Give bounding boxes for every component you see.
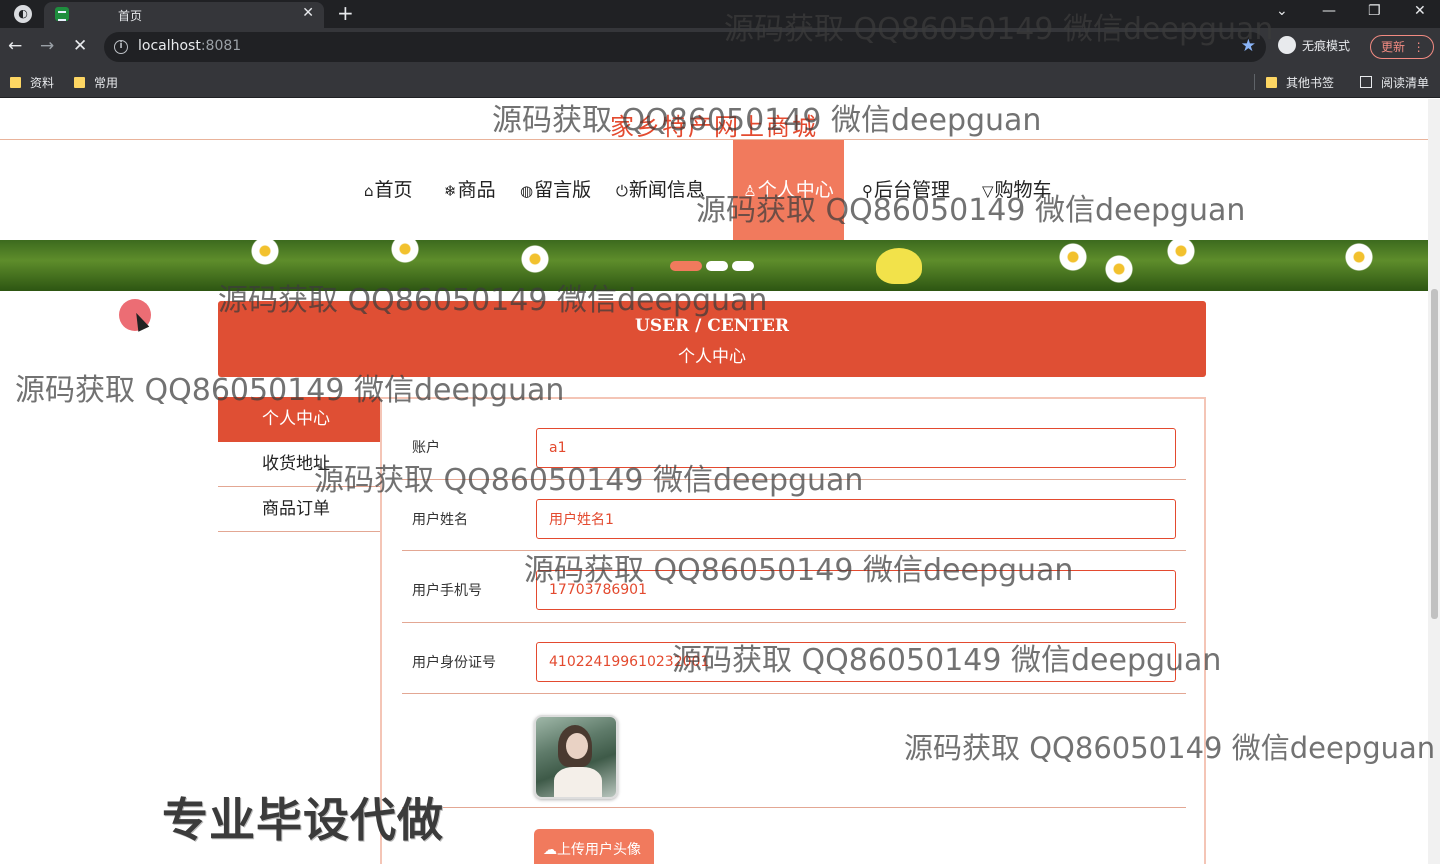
user-avatar	[534, 715, 618, 799]
nav-guestbook[interactable]: ◍留言版	[520, 140, 591, 240]
nav-news[interactable]: ⏻新闻信息	[616, 140, 705, 240]
other-bookmarks[interactable]: 其他书签	[1266, 74, 1334, 91]
sidebar-item-orders[interactable]: 商品订单	[218, 487, 380, 532]
account-label: 账户	[412, 440, 440, 456]
banner-carousel	[0, 240, 1428, 291]
power-icon: ⏻	[616, 182, 628, 200]
cart-icon: ▽	[982, 182, 994, 200]
address-bar[interactable]: i localhost:8081 ★	[104, 32, 1266, 62]
banner-flower	[250, 240, 280, 266]
idcard-input[interactable]	[536, 642, 1176, 682]
nav-cart[interactable]: ▽购物车	[982, 140, 1052, 240]
stop-loading-icon[interactable]: ✕	[73, 36, 87, 56]
site-title: 家乡特产网上商城	[610, 113, 818, 141]
globe-icon: ◍	[520, 182, 534, 200]
sidebar-item-profile[interactable]: 个人中心	[218, 397, 380, 442]
carousel-dot-3[interactable]	[732, 261, 754, 271]
reading-list[interactable]: 阅读清单	[1360, 74, 1429, 91]
bookmarks-divider	[1254, 74, 1255, 90]
carousel-dot-1[interactable]	[670, 261, 702, 271]
banner-flower	[1104, 254, 1134, 284]
avatar-body	[554, 767, 602, 797]
main-nav: ⌂首页 ❄商品 ◍留言版 ⏻新闻信息 ♙个人中心 ⚲后台管理 ▽购物车	[0, 140, 1428, 240]
snowflake-icon: ❄	[444, 182, 457, 200]
folder-icon	[1266, 77, 1277, 88]
update-button[interactable]: 更新 ⋮	[1370, 35, 1434, 59]
carousel-dot-2[interactable]	[706, 261, 728, 271]
tab-favicon-icon	[55, 7, 69, 21]
cloud-upload-icon: ☁	[543, 842, 557, 858]
upload-avatar-button[interactable]: ☁上传用户头像	[534, 829, 654, 864]
banner-flower	[1166, 240, 1196, 266]
incognito-icon	[1278, 35, 1296, 54]
banner-flower	[520, 244, 550, 274]
back-icon[interactable]: ←	[8, 36, 22, 56]
scrollbar-thumb[interactable]	[1431, 289, 1438, 619]
home-icon: ⌂	[364, 182, 374, 200]
banner-butterfly	[876, 248, 922, 284]
browser-toolbar: ← → ✕ i localhost:8081 ★ 无痕模式 更新 ⋮	[0, 28, 1440, 66]
idcard-label: 用户身份证号	[412, 655, 496, 671]
browser-tab[interactable]: 首页 ✕	[44, 2, 324, 28]
avatar-face	[566, 733, 588, 759]
minimize-icon[interactable]: —	[1322, 3, 1336, 19]
account-input[interactable]	[536, 428, 1176, 468]
user-icon: ♙	[743, 182, 757, 200]
reading-list-icon	[1360, 76, 1372, 88]
form-row-account: 账户	[402, 409, 1186, 480]
nav-admin[interactable]: ⚲后台管理	[862, 140, 950, 240]
tab-close-icon[interactable]: ✕	[302, 5, 314, 21]
form-row-idcard: 用户身份证号	[402, 623, 1186, 694]
profile-form: 账户 用户姓名 用户手机号 用户身份证号 ☁上传用户头像	[380, 397, 1206, 864]
user-center-title-zh: 个人中心	[678, 347, 746, 367]
name-label: 用户姓名	[412, 512, 468, 528]
restore-icon[interactable]: ❐	[1368, 3, 1381, 19]
folder-icon	[10, 77, 21, 88]
page-scrollbar[interactable]	[1428, 99, 1440, 864]
user-center-sidebar: 个人中心 收货地址 商品订单	[218, 397, 380, 532]
link-icon: ⚲	[862, 182, 873, 200]
phone-label: 用户手机号	[412, 583, 482, 599]
sidebar-item-address[interactable]: 收货地址	[218, 442, 380, 487]
tab-title: 首页	[118, 9, 143, 23]
browser-menu-icon[interactable]: ◐	[14, 5, 32, 23]
nav-home[interactable]: ⌂首页	[364, 140, 413, 240]
incognito-indicator[interactable]: 无痕模式	[1278, 35, 1350, 56]
form-row-phone: 用户手机号	[402, 551, 1186, 623]
browser-tab-strip: ◐ 首页 ✕ + ⌄ — ❐ ✕	[0, 0, 1440, 28]
window-close-icon[interactable]: ✕	[1414, 3, 1426, 19]
url-text[interactable]: localhost:8081	[138, 38, 241, 54]
user-center-title-en: USER / CENTER	[635, 316, 789, 336]
user-center-header: USER / CENTER 个人中心	[218, 301, 1206, 377]
folder-icon	[74, 77, 85, 88]
bookmark-folder-changyong[interactable]: 常用	[74, 74, 118, 91]
page-viewport: 家乡特产网上商城 ⌂首页 ❄商品 ◍留言版 ⏻新闻信息 ♙个人中心 ⚲后台管理 …	[0, 99, 1428, 864]
bookmark-folder-ziliao[interactable]: 资料	[10, 74, 54, 91]
bookmarks-bar: 资料 常用 其他书签 阅读清单	[0, 66, 1440, 98]
banner-flower	[390, 240, 420, 264]
bookmark-star-icon[interactable]: ★	[1241, 36, 1256, 56]
banner-flower	[1344, 242, 1374, 272]
nav-user-center[interactable]: ♙个人中心	[733, 140, 844, 240]
form-row-name: 用户姓名	[402, 480, 1186, 551]
name-input[interactable]	[536, 499, 1176, 539]
promo-overlay-text: 专业毕设代做	[162, 793, 444, 847]
site-info-icon[interactable]: i	[114, 40, 128, 54]
forward-icon[interactable]: →	[40, 36, 54, 56]
tab-search-icon[interactable]: ⌄	[1276, 3, 1288, 19]
form-row-avatar	[402, 694, 1186, 808]
phone-input[interactable]	[536, 570, 1176, 610]
banner-flower	[1058, 242, 1088, 272]
nav-products[interactable]: ❄商品	[444, 140, 496, 240]
new-tab-icon[interactable]: +	[337, 1, 354, 25]
